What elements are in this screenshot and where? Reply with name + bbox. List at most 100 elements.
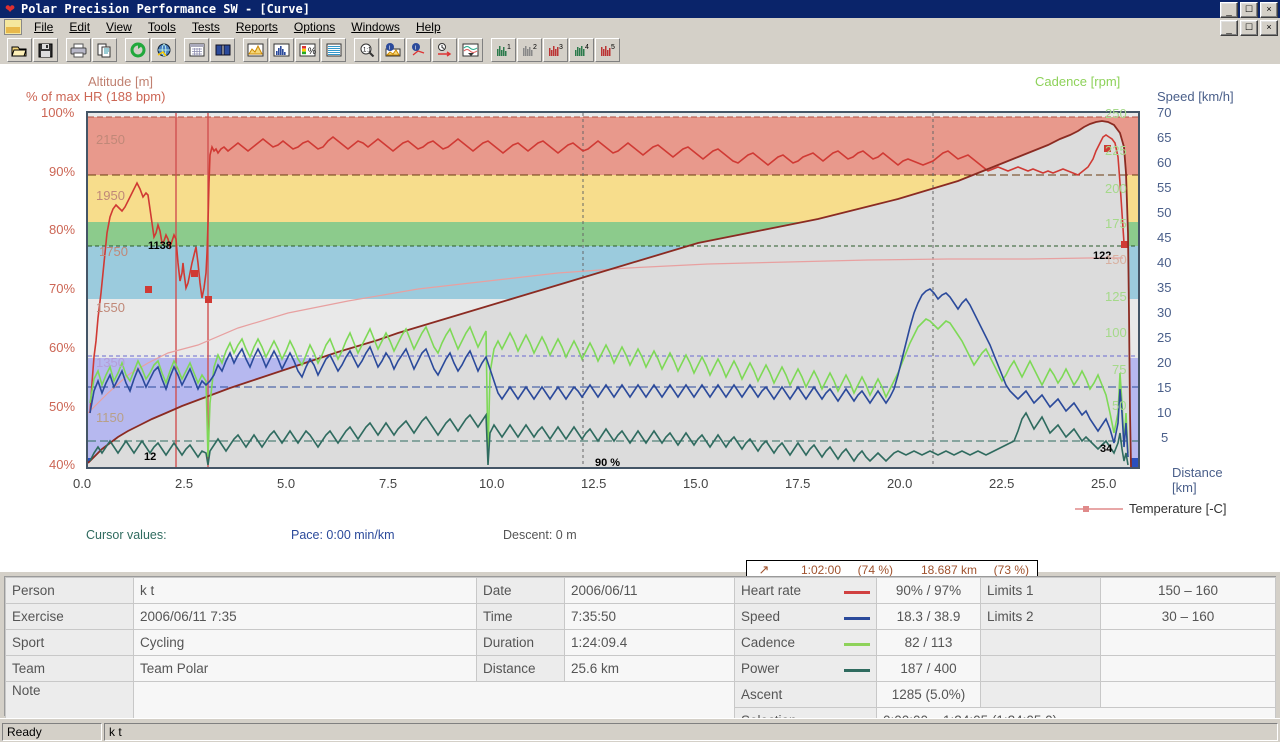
- menu-windows-label: Windows: [351, 20, 400, 34]
- cad-tick-100: 100: [1105, 325, 1127, 340]
- value-limits-1: 150 – 160: [1100, 577, 1276, 604]
- document-icon: [4, 19, 22, 35]
- window-title: Polar Precision Performance SW - [Curve]: [21, 2, 310, 16]
- menu-tools[interactable]: Tools: [140, 19, 184, 35]
- menu-file[interactable]: File: [26, 19, 61, 35]
- save-disk-icon[interactable]: [33, 38, 58, 62]
- annotation-power-end: 34: [1100, 443, 1113, 455]
- info-curve-icon[interactable]: i: [380, 38, 405, 62]
- spd-tick-40: 40: [1157, 255, 1172, 270]
- alt-tick-1950: 1950: [96, 188, 125, 203]
- zoom-1-1-icon[interactable]: 1:1: [354, 38, 379, 62]
- cad-tick-125: 125: [1105, 289, 1127, 304]
- svg-text:4: 4: [585, 44, 589, 51]
- distance-axis-title-line2: [km]: [1172, 480, 1197, 495]
- hr-marker-3: [205, 296, 212, 303]
- label-cadence: Cadence: [734, 629, 877, 656]
- heart-icon: ❤: [4, 2, 16, 16]
- globe-icon[interactable]: [151, 38, 176, 62]
- svg-text:i: i: [389, 46, 390, 52]
- value-time[interactable]: 7:35:50: [564, 603, 735, 630]
- mdi-restore-button[interactable]: ☐: [1240, 20, 1258, 36]
- menu-help[interactable]: Help: [408, 19, 449, 35]
- zone-max: [88, 117, 1138, 175]
- label-exercise: Exercise: [5, 603, 134, 630]
- close-button[interactable]: ×: [1260, 2, 1278, 18]
- mdi-controls: _ ☐ ×: [1220, 20, 1278, 36]
- mdi-minimize-button[interactable]: _: [1220, 20, 1238, 36]
- cursor-pace: Pace: 0:00 min/km: [291, 528, 395, 542]
- report-3-icon[interactable]: 3: [543, 38, 568, 62]
- label-speed-text: Speed: [741, 609, 781, 624]
- menu-tests[interactable]: Tests: [184, 19, 228, 35]
- report-5-icon[interactable]: 5: [595, 38, 620, 62]
- spd-tick-55: 55: [1157, 180, 1172, 195]
- uphill-time: 1:02:00: [800, 563, 841, 577]
- spd-tick-20: 20: [1157, 355, 1172, 370]
- value-sport[interactable]: Cycling: [133, 629, 477, 656]
- hr-tick-60: 60%: [49, 340, 76, 355]
- menu-view[interactable]: View: [98, 19, 140, 35]
- value-person[interactable]: k t: [133, 577, 477, 604]
- label-person: Person: [5, 577, 134, 604]
- print-icon[interactable]: [66, 38, 91, 62]
- info-point-icon[interactable]: i: [406, 38, 431, 62]
- copy-icon[interactable]: [92, 38, 117, 62]
- x-tick-12_5: 12.5: [581, 476, 607, 491]
- value-duration[interactable]: 1:24:09.4: [564, 629, 735, 656]
- bar-chart-icon[interactable]: [269, 38, 294, 62]
- menu-help-label: Help: [415, 20, 441, 34]
- zones-percent-icon[interactable]: %: [295, 38, 320, 62]
- label-distance: Distance: [476, 655, 565, 682]
- table-icon[interactable]: [321, 38, 346, 62]
- chart-plot-area[interactable]: 1138 12 90 % 122 34: [86, 111, 1140, 469]
- time-distance-icon[interactable]: [432, 38, 457, 62]
- value-exercise[interactable]: 2006/06/11 7:35: [133, 603, 477, 630]
- x-tick-0: 0.0: [73, 476, 92, 491]
- spd-tick-60: 60: [1157, 155, 1172, 170]
- application-window: ❤ Polar Precision Performance SW - [Curv…: [0, 0, 1280, 742]
- refresh-icon[interactable]: [125, 38, 150, 62]
- spd-tick-35: 35: [1157, 280, 1172, 295]
- minimize-button[interactable]: _: [1220, 2, 1238, 18]
- label-power-text: Power: [741, 661, 780, 676]
- book-icon[interactable]: [210, 38, 235, 62]
- maximize-button[interactable]: ☐: [1240, 2, 1258, 18]
- exercise-data-table: Person k t Date 2006/06/11 Heart rate 90…: [4, 576, 1276, 734]
- distance-axis-title-line1: Distance: [1172, 465, 1223, 480]
- spd-tick-70: 70: [1157, 105, 1172, 120]
- value-team[interactable]: Team Polar: [133, 655, 477, 682]
- menu-edit[interactable]: Edit: [61, 19, 98, 35]
- empty-cell-5: [980, 681, 1101, 708]
- menu-edit-label: Edit: [69, 20, 91, 34]
- menu-options[interactable]: Options: [286, 19, 343, 35]
- empty-cell-3: [980, 655, 1101, 682]
- report-4-icon[interactable]: 4: [569, 38, 594, 62]
- calendar-icon[interactable]: [184, 38, 209, 62]
- curve-chart-icon[interactable]: [243, 38, 268, 62]
- svg-text:i: i: [415, 46, 416, 52]
- status-bar: Ready k t: [0, 718, 1280, 742]
- x-tick-25: 25.0: [1091, 476, 1117, 491]
- altitude-axis-title: Altitude [m]: [88, 74, 154, 89]
- alt-tick-1150: 1150: [96, 410, 124, 425]
- menu-windows[interactable]: Windows: [343, 19, 408, 35]
- heart-rate-color-swatch: [844, 591, 870, 594]
- value-distance[interactable]: 25.6 km: [564, 655, 735, 682]
- mdi-close-button[interactable]: ×: [1260, 20, 1278, 36]
- window-controls: _ ☐ ×: [1220, 2, 1278, 18]
- title-bar: ❤ Polar Precision Performance SW - [Curv…: [0, 0, 1280, 18]
- table-row: Team Team Polar Distance 25.6 km Power 1…: [5, 655, 1276, 682]
- report-1-icon[interactable]: 1: [491, 38, 516, 62]
- x-tick-20: 20.0: [887, 476, 913, 491]
- value-date[interactable]: 2006/06/11: [564, 577, 735, 604]
- smooth-curve-icon[interactable]: [458, 38, 483, 62]
- report-2-icon[interactable]: 2: [517, 38, 542, 62]
- empty-cell-2: [1100, 629, 1276, 656]
- table-row: Person k t Date 2006/06/11 Heart rate 90…: [5, 577, 1276, 604]
- value-heart-rate: 90% / 97%: [876, 577, 981, 604]
- cad-tick-75: 75: [1112, 362, 1127, 377]
- open-folder-icon[interactable]: [7, 38, 32, 62]
- menu-reports[interactable]: Reports: [228, 19, 286, 35]
- hr-tick-40: 40%: [49, 457, 76, 472]
